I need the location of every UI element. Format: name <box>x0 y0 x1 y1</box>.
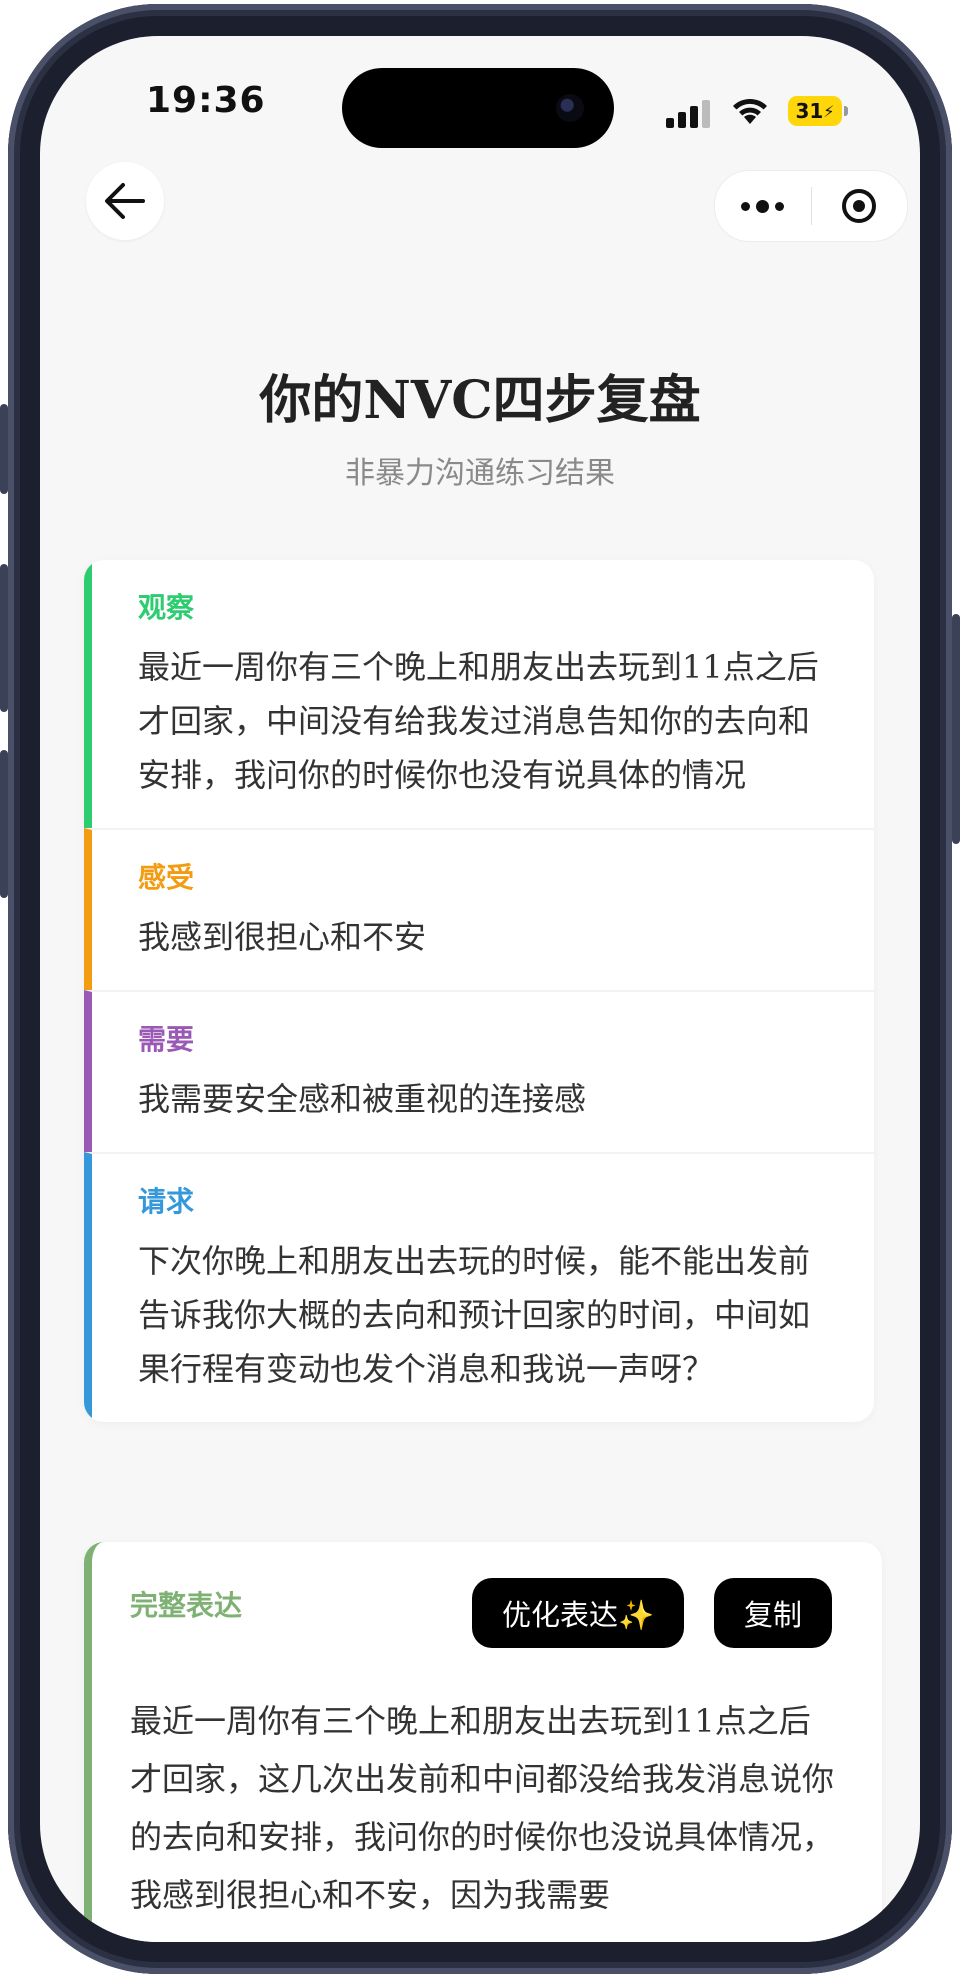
copy-button[interactable]: 复制 <box>714 1578 832 1648</box>
battery-icon: 31 ⚡ <box>788 96 848 126</box>
battery-level: 31 <box>795 99 824 123</box>
mini-program-capsule <box>714 170 908 242</box>
more-icon <box>741 199 785 213</box>
step-label: 需要 <box>138 1023 195 1056</box>
arrow-left-icon <box>105 183 145 219</box>
full-expression-text: 最近一周你有三个晚上和朋友出去玩到11点之后才回家，这几次出发前和中间都没给我发… <box>130 1702 835 1914</box>
status-time: 19:36 <box>146 80 266 121</box>
wifi-icon <box>733 98 767 124</box>
step-text: 我需要安全感和被重视的连接感 <box>138 1080 587 1118</box>
close-miniprogram-button[interactable] <box>812 171 908 241</box>
full-expression-card: 完整表达 优化表达✨ 复制 最近一周你有三个晚上和朋友出去玩到11点之后才回家，… <box>84 1542 882 1942</box>
target-icon <box>842 189 877 223</box>
step-feeling: 感受 我感到很担心和不安 <box>84 828 874 990</box>
full-expression-header: 完整表达 优化表达✨ 复制 <box>92 1542 882 1660</box>
step-label: 感受 <box>138 861 195 894</box>
step-text: 我感到很担心和不安 <box>138 918 427 956</box>
nvc-steps-card: 观察 最近一周你有三个晚上和朋友出去玩到11点之后才回家，中间没有给我发过消息告… <box>84 560 874 1422</box>
back-button[interactable] <box>86 162 164 240</box>
signal-icon <box>666 100 712 128</box>
volume-up-button <box>0 564 8 712</box>
power-button <box>952 614 960 844</box>
more-button[interactable] <box>715 171 811 241</box>
step-observation: 观察 最近一周你有三个晚上和朋友出去玩到11点之后才回家，中间没有给我发过消息告… <box>84 560 874 828</box>
silent-switch <box>0 404 8 494</box>
volume-down-button <box>0 750 8 898</box>
optimize-expression-button[interactable]: 优化表达✨ <box>472 1578 684 1648</box>
step-label: 请求 <box>138 1185 195 1218</box>
camera-icon <box>556 94 584 122</box>
step-text: 下次你晚上和朋友出去玩的时候，能不能出发前告诉我你大概的去向和预计回家的时间，中… <box>138 1242 811 1388</box>
full-expression-label: 完整表达 <box>130 1589 243 1622</box>
screen: 19:36 31 ⚡ 你的NVC四步复盘 非暴力沟通练习结果 观察 最近一周你有… <box>40 36 920 1942</box>
step-text: 最近一周你有三个晚上和朋友出去玩到11点之后才回家，中间没有给我发过消息告知你的… <box>138 648 819 794</box>
page-subtitle: 非暴力沟通练习结果 <box>345 456 615 491</box>
step-label: 观察 <box>138 591 195 624</box>
page-title: 你的NVC四步复盘 <box>259 370 701 431</box>
step-need: 需要 我需要安全感和被重视的连接感 <box>84 990 874 1152</box>
step-request: 请求 下次你晚上和朋友出去玩的时候，能不能出发前告诉我你大概的去向和预计回家的时… <box>84 1152 874 1422</box>
dynamic-island <box>342 68 614 148</box>
